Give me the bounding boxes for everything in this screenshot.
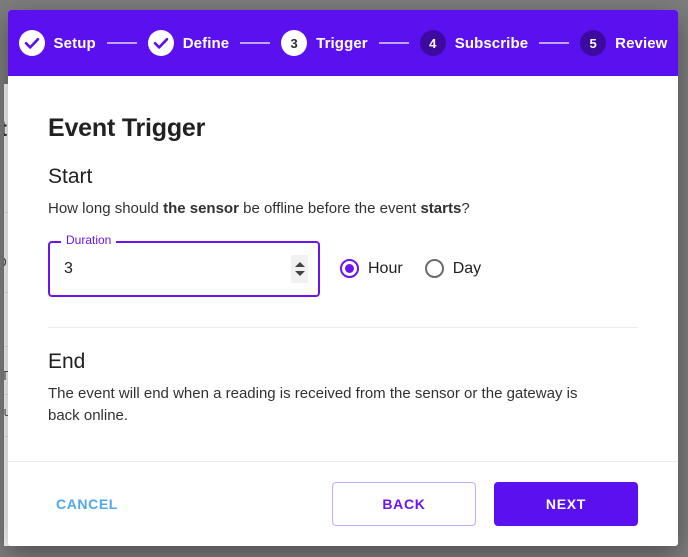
event-trigger-dialog: Setup Define 3 Trigger 4 Subscribe 5 Rev…: [8, 10, 678, 546]
radio-day-label: Day: [452, 259, 482, 277]
radio-option-hour[interactable]: Hour: [340, 259, 403, 279]
radio-option-day[interactable]: Day: [424, 259, 482, 279]
radio-hour-label: Hour: [368, 259, 403, 277]
duration-input[interactable]: [50, 243, 288, 294]
dialog-footer: CANCEL BACK NEXT: [8, 462, 678, 546]
step-define-check-icon: [147, 30, 174, 56]
stepper-up-icon[interactable]: [294, 261, 305, 267]
duration-unit-radio-group: Hour Day: [340, 259, 503, 279]
radio-hour-icon[interactable]: [340, 259, 359, 279]
start-question-middle: be offline before the event: [238, 200, 421, 217]
duration-field[interactable]: Duration: [48, 233, 320, 297]
duration-row: Duration Hour Day: [48, 233, 638, 297]
step-trigger-label: Trigger: [316, 34, 368, 52]
dialog-body: Event Trigger Start How long should the …: [8, 76, 678, 461]
radio-hour-dot: [345, 264, 354, 274]
step-connector: [240, 42, 271, 44]
stepper-down-icon[interactable]: [294, 270, 305, 276]
background-text-fragment: D: [4, 254, 7, 271]
step-connector: [378, 42, 409, 44]
end-section-heading: End: [48, 349, 86, 373]
page-title: Event Trigger: [48, 114, 206, 142]
step-subscribe-number: 4: [419, 30, 446, 56]
step-connector: [106, 42, 137, 44]
wizard-stepper: Setup Define 3 Trigger 4 Subscribe 5 Rev…: [8, 10, 678, 76]
step-review-label: Review: [615, 34, 668, 52]
start-section-description: How long should the sensor be offline be…: [48, 198, 638, 220]
step-subscribe-label: Subscribe: [454, 34, 529, 52]
duration-stepper[interactable]: [291, 254, 308, 283]
background-text-fragment: t: [4, 118, 7, 142]
step-define-label: Define: [182, 34, 230, 52]
step-review-number: 5: [580, 30, 607, 56]
back-button[interactable]: BACK: [332, 482, 476, 526]
next-button[interactable]: NEXT: [494, 482, 638, 526]
footer-primary-actions: BACK NEXT: [332, 482, 638, 526]
start-question-prefix: How long should: [48, 200, 164, 217]
step-connector: [539, 42, 570, 44]
duration-field-label: Duration: [61, 233, 117, 246]
section-divider: [48, 326, 638, 328]
step-define[interactable]: Define: [147, 30, 230, 56]
step-subscribe[interactable]: 4 Subscribe: [419, 30, 529, 56]
radio-day-icon[interactable]: [424, 259, 444, 279]
start-question-bold-sensor: the sensor: [163, 200, 239, 217]
start-question-suffix: ?: [461, 200, 470, 217]
step-setup-check-icon: [18, 30, 45, 56]
step-setup-label: Setup: [53, 34, 96, 52]
end-section-description: The event will end when a reading is rec…: [48, 384, 578, 424]
step-review[interactable]: 5 Review: [580, 30, 667, 56]
cancel-button[interactable]: CANCEL: [48, 486, 126, 522]
start-section-heading: Start: [48, 165, 93, 188]
step-trigger-number: 3: [281, 30, 308, 56]
step-trigger[interactable]: 3 Trigger: [281, 30, 368, 56]
start-question-bold-starts: starts: [420, 200, 462, 217]
step-setup[interactable]: Setup: [18, 30, 96, 56]
